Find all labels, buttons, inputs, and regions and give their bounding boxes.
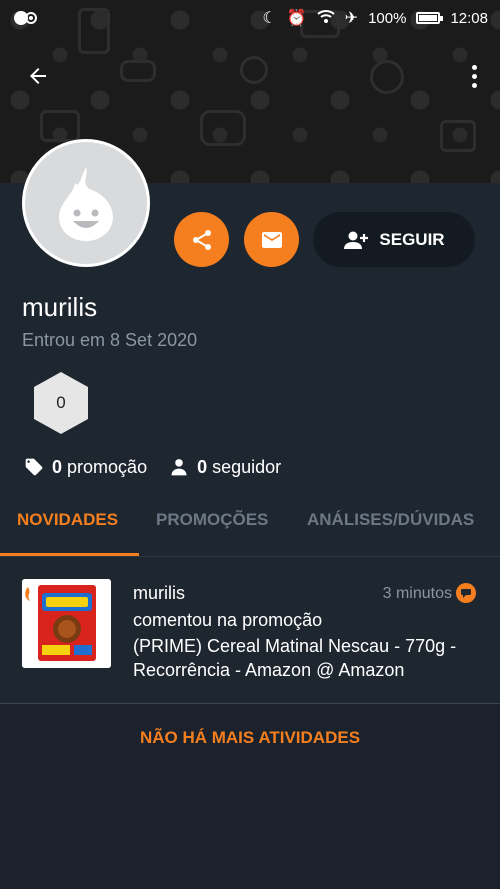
- dot: [471, 73, 477, 79]
- product-thumbnail[interactable]: [22, 579, 111, 668]
- profile-stats: 0 promoção 0 seguidor: [24, 455, 303, 479]
- list-item[interactable]: murilis 3 minutos comentou na promoção (…: [0, 557, 500, 704]
- dot: [471, 64, 477, 70]
- level-value: 0: [56, 393, 66, 412]
- feed-footer: NÃO HÁ MAIS ATIVIDADES: [0, 704, 500, 889]
- share-icon: [192, 229, 211, 250]
- app-notification-icon: [12, 6, 38, 31]
- tag-icon: [25, 458, 43, 476]
- clock: 12:08: [450, 9, 488, 27]
- feed-timestamp: 3 minutos: [382, 585, 452, 602]
- promotions-stat[interactable]: 0 promoção: [24, 457, 147, 478]
- tab-novidades[interactable]: NOVIDADES: [17, 510, 118, 530]
- share-button[interactable]: [174, 212, 229, 267]
- person-icon: [171, 459, 187, 476]
- follow-button[interactable]: SEGUIR: [313, 212, 475, 267]
- dot: [471, 82, 477, 88]
- cereal-box-image: [22, 579, 111, 668]
- status-bar: ☾ ⏰ ✈ 100% 12:08: [0, 0, 500, 36]
- tv-pattern-icon: [440, 120, 476, 152]
- camera-pattern-icon: [200, 110, 246, 146]
- promotions-count: 0: [52, 456, 63, 477]
- tab-analises-duvidas[interactable]: ANÁLISES/DÚVIDAS: [307, 510, 474, 530]
- alarm-icon: ⏰: [286, 10, 307, 27]
- top-navigation: [0, 52, 500, 96]
- default-avatar-flame-icon: [59, 167, 113, 241]
- airplane-icon: ✈: [344, 10, 359, 27]
- battery-icon: [416, 12, 444, 24]
- comment-icon: [456, 583, 476, 603]
- promotions-label: promoção: [67, 456, 148, 477]
- feed-promotion-title[interactable]: (PRIME) Cereal Matinal Nescau - 770g - R…: [133, 634, 478, 682]
- tab-promocoes[interactable]: PROMOÇÕES: [156, 510, 268, 530]
- moon-icon: ☾: [262, 10, 277, 27]
- tv-pattern-icon: [40, 110, 80, 142]
- active-tab-indicator: [0, 553, 139, 556]
- feed-action-text: comentou na promoção: [133, 610, 323, 630]
- wifi-icon: [317, 9, 335, 28]
- no-more-activities-text: NÃO HÁ MAIS ATIVIDADES: [139, 728, 361, 747]
- profile-username: murilis: [22, 292, 98, 322]
- back-button[interactable]: [20, 58, 56, 94]
- arrow-left-icon: [30, 68, 46, 84]
- add-person-icon: [344, 231, 369, 249]
- avatar[interactable]: [22, 139, 150, 267]
- more-options-button[interactable]: [464, 58, 484, 94]
- followers-stat[interactable]: 0 seguidor: [169, 457, 281, 478]
- profile-tabs: NOVIDADES PROMOÇÕES ANÁLISES/DÚVIDAS: [0, 490, 500, 557]
- mail-icon: [261, 231, 282, 248]
- battery-percent: 100%: [368, 9, 407, 27]
- message-button[interactable]: [244, 212, 299, 267]
- joined-date: Entrou em 8 Set 2020: [22, 330, 198, 350]
- follow-label: SEGUIR: [379, 229, 445, 249]
- followers-label: seguidor: [212, 456, 282, 477]
- feed-username[interactable]: murilis: [133, 583, 185, 604]
- followers-count: 0: [197, 456, 208, 477]
